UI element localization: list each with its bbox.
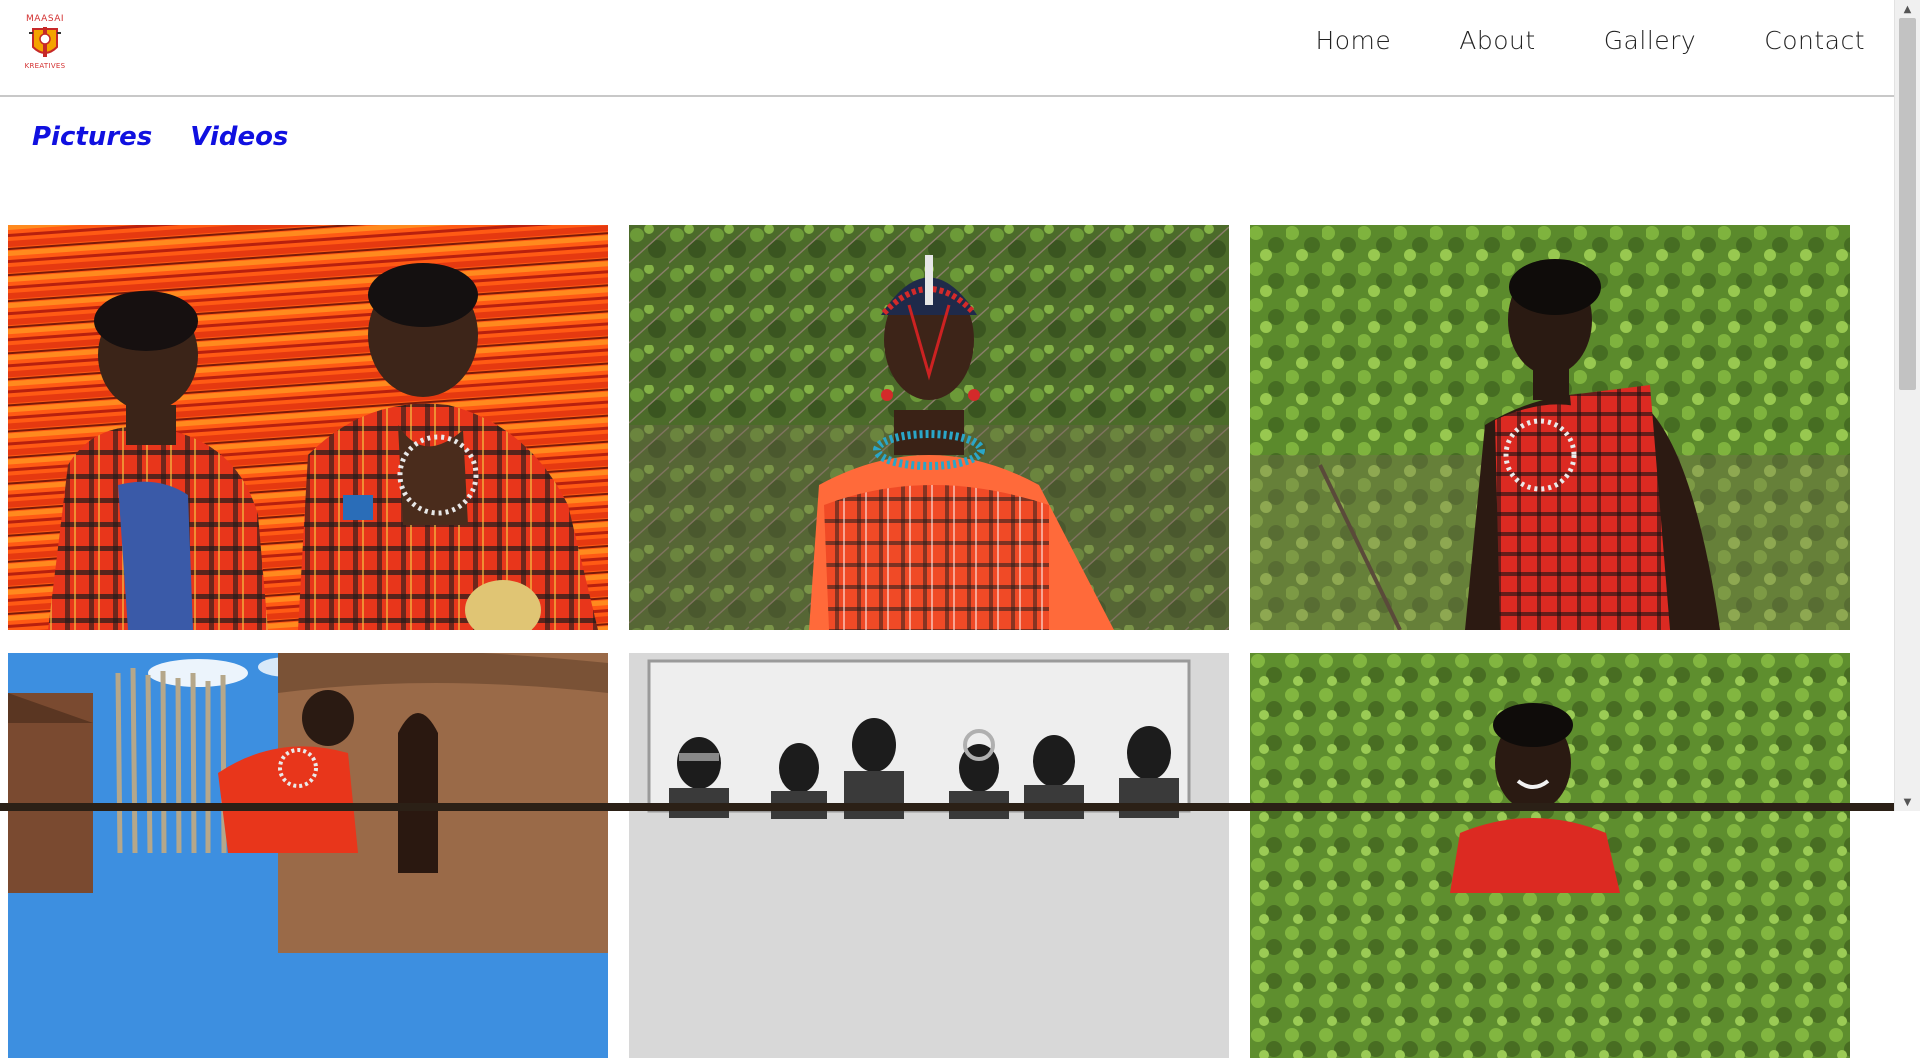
nav-contact[interactable]: Contact bbox=[1764, 26, 1865, 55]
photo-two-men-red-shukas[interactable] bbox=[8, 225, 608, 630]
scroll-thumb[interactable] bbox=[1899, 18, 1916, 390]
footer-strip bbox=[0, 803, 1895, 811]
shield-emblem-icon bbox=[29, 27, 61, 57]
main-nav: Home About Gallery Contact bbox=[1315, 26, 1865, 55]
photo-woman-beaded-headdress[interactable] bbox=[629, 225, 1229, 630]
nav-home[interactable]: Home bbox=[1315, 26, 1391, 55]
tab-pictures[interactable]: Pictures bbox=[32, 122, 152, 152]
site-header: MAASAI KREATIVES Home About Gallery Cont… bbox=[0, 0, 1895, 97]
logo-bottom-text: KREATIVES bbox=[24, 62, 66, 70]
tab-videos[interactable]: Videos bbox=[190, 122, 288, 152]
scroll-down-arrow-icon[interactable]: ▼ bbox=[1895, 793, 1920, 811]
logo-top-text: MAASAI bbox=[25, 14, 65, 24]
photo-village-hut[interactable] bbox=[8, 653, 608, 1058]
gallery-subnav: Pictures Videos bbox=[32, 122, 288, 152]
nav-gallery[interactable]: Gallery bbox=[1604, 26, 1697, 55]
page-scrollbar[interactable]: ▲ ▼ bbox=[1894, 0, 1920, 811]
photo-smiling-man-bushes[interactable] bbox=[1250, 653, 1850, 1058]
photo-group-black-white[interactable] bbox=[629, 653, 1229, 1058]
nav-about[interactable]: About bbox=[1459, 26, 1535, 55]
scroll-up-arrow-icon[interactable]: ▲ bbox=[1895, 0, 1920, 18]
photo-man-checkered-shuka[interactable] bbox=[1250, 225, 1850, 630]
brand-logo[interactable]: MAASAI KREATIVES bbox=[20, 14, 70, 72]
